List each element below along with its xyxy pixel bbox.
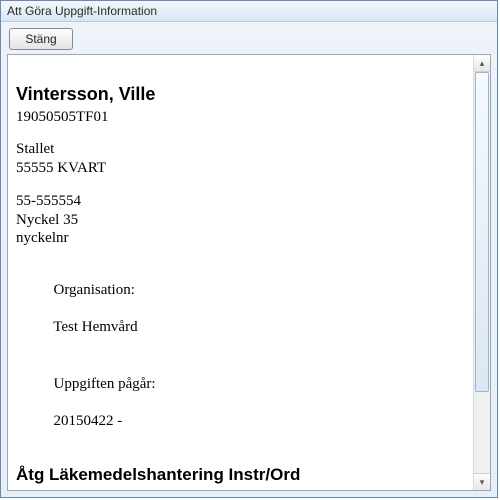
scroll-up-button[interactable]: ▴ (474, 55, 490, 72)
field-vad: Vad: (16, 487, 466, 490)
close-button[interactable]: Stäng (9, 28, 73, 50)
org-value: Test Hemvård (53, 319, 137, 335)
patient-keynr: nyckelnr (16, 229, 466, 248)
task-label: Uppgiften pågår: (54, 376, 156, 392)
task-row: Uppgiften pågår: 20150422 - (16, 356, 466, 450)
toolbar: Stäng (1, 22, 497, 54)
scroll-down-button[interactable]: ▾ (474, 473, 490, 490)
patient-id: 19050505TF01 (16, 108, 466, 127)
document-view: Vintersson, Ville 19050505TF01 Stallet 5… (8, 55, 474, 490)
chevron-up-icon: ▴ (480, 58, 485, 69)
org-label: Organisation: (54, 282, 135, 298)
chevron-down-icon: ▾ (480, 477, 485, 488)
scroll-thumb[interactable] (475, 72, 489, 392)
task-value: 20150422 - (54, 413, 123, 429)
patient-name: Vintersson, Ville (16, 83, 466, 106)
action-heading: Åtg Läkemedelshantering Instr/Ord (16, 464, 466, 485)
org-row: Organisation: Test Hemvård (16, 262, 466, 356)
patient-address-line1: Stallet (16, 140, 466, 159)
vertical-scrollbar[interactable]: ▴ ▾ (473, 55, 490, 490)
window-frame: Att Göra Uppgift-Information Stäng Vinte… (0, 0, 498, 498)
content-panel: Vintersson, Ville 19050505TF01 Stallet 5… (7, 54, 491, 491)
patient-key: Nyckel 35 (16, 211, 466, 230)
patient-postal: 55555 KVART (16, 159, 466, 178)
window-title: Att Göra Uppgift-Information (1, 1, 497, 22)
patient-phone: 55-555554 (16, 192, 466, 211)
